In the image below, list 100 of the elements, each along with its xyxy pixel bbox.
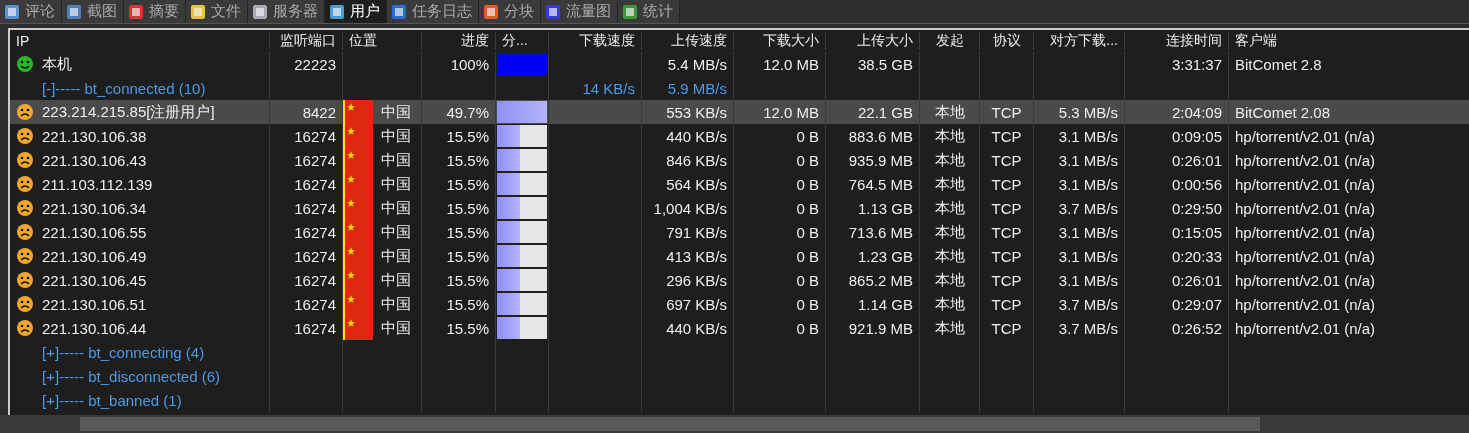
column-header[interactable]: 协议 bbox=[980, 32, 1034, 50]
table-cell: 0:26:01 bbox=[1171, 271, 1222, 289]
table-cell: 16274 bbox=[294, 223, 336, 241]
column-header[interactable]: 下载大小 bbox=[734, 32, 826, 50]
tab[interactable]: 评论 bbox=[0, 0, 62, 23]
table-cell: 846 KB/s bbox=[666, 151, 727, 169]
peer-row[interactable]: 本机 22223 100% 5.4 MB/s 12.0 MB 38.5 GB 3:31:37 BitComet 2.8 bbox=[10, 52, 1469, 76]
column-header[interactable]: 下载速度 bbox=[549, 32, 642, 50]
table-cell: 15.5% bbox=[446, 319, 489, 337]
location-text: 中国 bbox=[381, 294, 411, 314]
peer-row[interactable]: 223.214.215.85[注册用户] 8422 中国 49.7% 553 KB/s 12.0 MB 22.1 GB 本地 TCP 5.3 MB/s 2:04:09 BitComet 2.08 bbox=[10, 100, 1469, 124]
column-header[interactable]: 上传速度 bbox=[642, 32, 734, 50]
peer-row[interactable]: 221.130.106.55 16274 中国 15.5% 791 KB/s 0 B 713.6 MB 本地 TCP 3.1 MB/s 0:15:05 hp/torrent/v2.01 (n/a) bbox=[10, 220, 1469, 244]
table-cell: hp/torrent/v2.01 (n/a) bbox=[1235, 151, 1376, 169]
group-toggle[interactable]: [+]----- bt_disconnected (6) bbox=[42, 367, 220, 385]
table-cell: 本地 bbox=[934, 198, 965, 218]
table-cell: 0 B bbox=[796, 295, 819, 313]
table-cell: 553 KB/s bbox=[666, 103, 727, 121]
column-header[interactable]: 上传大小 bbox=[826, 32, 920, 50]
table-cell: 16274 bbox=[294, 271, 336, 289]
tab[interactable]: 服务器 bbox=[248, 0, 325, 23]
table-cell: 16274 bbox=[294, 199, 336, 217]
table-cell: 3.1 MB/s bbox=[1058, 175, 1118, 193]
peer-row[interactable]: 221.130.106.44 16274 中国 15.5% 440 KB/s 0 B 921.9 MB 本地 TCP 3.7 MB/s 0:26:52 hp/torrent/v2.01 (n/a) bbox=[10, 316, 1469, 340]
table-cell: 16274 bbox=[294, 127, 336, 145]
group-toggle[interactable]: [+]----- bt_connecting (4) bbox=[42, 343, 205, 361]
table-cell: TCP bbox=[991, 247, 1022, 265]
column-header[interactable]: 分... bbox=[496, 32, 549, 50]
tab-icon bbox=[544, 2, 562, 21]
ip-text: 221.130.106.44 bbox=[42, 319, 147, 337]
pieces-bar bbox=[497, 197, 547, 219]
peer-row[interactable]: 221.130.106.45 16274 中国 15.5% 296 KB/s 0 B 865.2 MB 本地 TCP 3.1 MB/s 0:26:01 hp/torrent/v2.01 (n/a) bbox=[10, 268, 1469, 292]
tab[interactable]: 分块 bbox=[479, 0, 541, 23]
table-cell: TCP bbox=[991, 175, 1022, 193]
tab-icon bbox=[127, 2, 145, 21]
peer-row[interactable]: 221.130.106.34 16274 中国 15.5% 1,004 KB/s 0 B 1.13 GB 本地 TCP 3.7 MB/s 0:29:50 hp/torrent/v2.01 (n/a) bbox=[10, 196, 1469, 220]
location-text: 中国 bbox=[381, 102, 411, 122]
table-cell: 16274 bbox=[294, 319, 336, 337]
group-toggle[interactable]: [-]----- bt_connected (10) bbox=[42, 79, 206, 97]
table-cell: 0 B bbox=[796, 151, 819, 169]
tab[interactable]: 文件 bbox=[186, 0, 248, 23]
ip-text: 221.130.106.49 bbox=[42, 247, 147, 265]
column-header[interactable]: 进度 bbox=[422, 32, 496, 50]
table-cell: 5.4 MB/s bbox=[667, 55, 727, 73]
location-text: 中国 bbox=[381, 222, 411, 242]
table-cell: TCP bbox=[991, 199, 1022, 217]
tab[interactable]: 任务日志 bbox=[387, 0, 479, 23]
location-text: 中国 bbox=[381, 246, 411, 266]
table-cell: 本地 bbox=[934, 222, 965, 242]
table-cell: 12.0 MB bbox=[763, 103, 819, 121]
table-cell: 3.7 MB/s bbox=[1058, 199, 1118, 217]
table-cell: 本地 bbox=[934, 270, 965, 290]
table-cell: 0:26:01 bbox=[1171, 151, 1222, 169]
table-cell: 15.5% bbox=[446, 151, 489, 169]
peer-row[interactable]: 221.130.106.38 16274 中国 15.5% 440 KB/s 0 B 883.6 MB 本地 TCP 3.1 MB/s 0:09:05 hp/torrent/v2.01 (n/a) bbox=[10, 124, 1469, 148]
column-header[interactable]: 连接时间 bbox=[1125, 32, 1229, 50]
column-header[interactable]: 位置 bbox=[343, 32, 422, 50]
table-cell: 本地 bbox=[934, 294, 965, 314]
pieces-bar bbox=[497, 53, 547, 75]
peer-row[interactable]: 221.130.106.51 16274 中国 15.5% 697 KB/s 0 B 1.14 GB 本地 TCP 3.7 MB/s 0:29:07 hp/torrent/v2.01 (n/a) bbox=[10, 292, 1469, 316]
tab-icon bbox=[328, 2, 346, 21]
table-cell: TCP bbox=[991, 271, 1022, 289]
location-text: 中国 bbox=[381, 126, 411, 146]
table-cell: 15.5% bbox=[446, 271, 489, 289]
table-cell: 564 KB/s bbox=[666, 175, 727, 193]
tab[interactable]: 用户 bbox=[325, 0, 387, 23]
column-header[interactable]: 发起 bbox=[920, 32, 980, 50]
column-header[interactable]: 客户端 bbox=[1229, 32, 1469, 50]
tab[interactable]: 流量图 bbox=[541, 0, 618, 23]
tab[interactable]: 截图 bbox=[62, 0, 124, 23]
table-cell: 1,004 KB/s bbox=[653, 199, 727, 217]
tab[interactable]: 统计 bbox=[618, 0, 680, 23]
smiley-icon bbox=[16, 55, 34, 73]
pieces-bar bbox=[497, 149, 547, 171]
table-cell: 38.5 GB bbox=[857, 55, 913, 73]
table-cell: 296 KB/s bbox=[666, 271, 727, 289]
ip-text: 221.130.106.38 bbox=[42, 127, 147, 145]
tab[interactable]: 摘要 bbox=[124, 0, 186, 23]
sad-face-icon bbox=[16, 247, 34, 265]
flag-icon bbox=[343, 316, 373, 340]
horizontal-scrollbar[interactable] bbox=[0, 415, 1469, 433]
table-cell: 440 KB/s bbox=[666, 319, 727, 337]
table-cell: 0:29:50 bbox=[1171, 199, 1222, 217]
location-text: 中国 bbox=[381, 174, 411, 194]
table-cell: 22223 bbox=[294, 55, 336, 73]
sad-face-icon bbox=[16, 151, 34, 169]
column-header[interactable]: 监听端口 bbox=[270, 32, 343, 50]
table-cell: 16274 bbox=[294, 151, 336, 169]
table-cell: 15.5% bbox=[446, 223, 489, 241]
table-cell: 440 KB/s bbox=[666, 127, 727, 145]
table-cell: 3.1 MB/s bbox=[1058, 247, 1118, 265]
column-header[interactable]: 对方下载... bbox=[1034, 32, 1125, 50]
table-cell: 15.5% bbox=[446, 295, 489, 313]
peer-row[interactable]: 211.103.112.139 16274 中国 15.5% 564 KB/s 0 B 764.5 MB 本地 TCP 3.1 MB/s 0:00:56 hp/torrent/v2.01 (n/a) bbox=[10, 172, 1469, 196]
table-cell: hp/torrent/v2.01 (n/a) bbox=[1235, 319, 1376, 337]
column-header[interactable]: IP bbox=[10, 33, 270, 49]
table-cell: 16274 bbox=[294, 247, 336, 265]
peer-row[interactable]: 221.130.106.49 16274 中国 15.5% 413 KB/s 0 B 1.23 GB 本地 TCP 3.1 MB/s 0:20:33 hp/torrent/v2.01 (n/a) bbox=[10, 244, 1469, 268]
peer-row[interactable]: 221.130.106.43 16274 中国 15.5% 846 KB/s 0 B 935.9 MB 本地 TCP 3.1 MB/s 0:26:01 hp/torrent/v2.01 (n/a) bbox=[10, 148, 1469, 172]
group-toggle[interactable]: [+]----- bt_banned (1) bbox=[42, 391, 182, 409]
